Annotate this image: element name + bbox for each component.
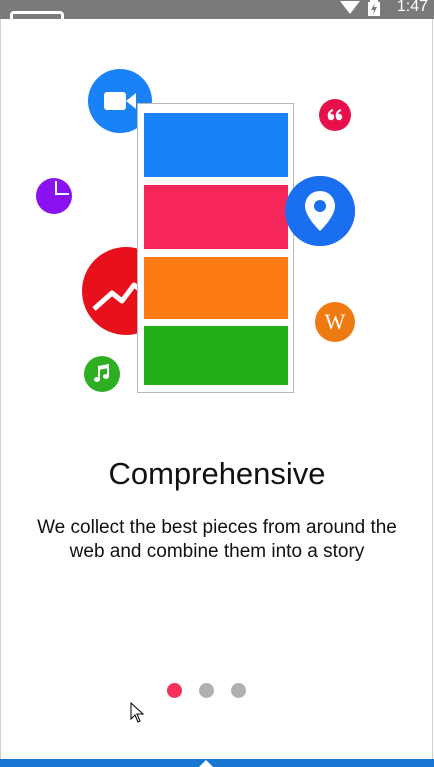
status-time: 1:47 (396, 0, 428, 15)
card-green (144, 326, 288, 385)
battery-charging-icon (368, 0, 380, 16)
page-dot-2[interactable] (199, 683, 214, 698)
bottom-navigation-bar (0, 759, 434, 767)
page-dot-1[interactable] (167, 683, 182, 698)
mouse-cursor-icon (130, 702, 145, 723)
card-pink (144, 185, 288, 249)
wifi-icon (340, 1, 360, 14)
music-note-icon (84, 356, 120, 392)
wikipedia-w-icon: W (315, 302, 355, 342)
status-bar: 1:47 (0, 0, 434, 19)
card-blue (144, 113, 288, 177)
card-orange (144, 257, 288, 319)
onboarding-description: We collect the best pieces from around t… (37, 517, 397, 562)
page-indicator (0, 683, 434, 699)
phone-illustration-front (137, 103, 294, 393)
pie-chart-icon (36, 178, 72, 214)
up-arrow-icon (199, 760, 213, 767)
page-dot-3[interactable] (231, 683, 246, 698)
quote-icon (319, 99, 351, 131)
onboarding-title: Comprehensive (108, 456, 326, 491)
location-pin-icon-front (285, 176, 355, 246)
